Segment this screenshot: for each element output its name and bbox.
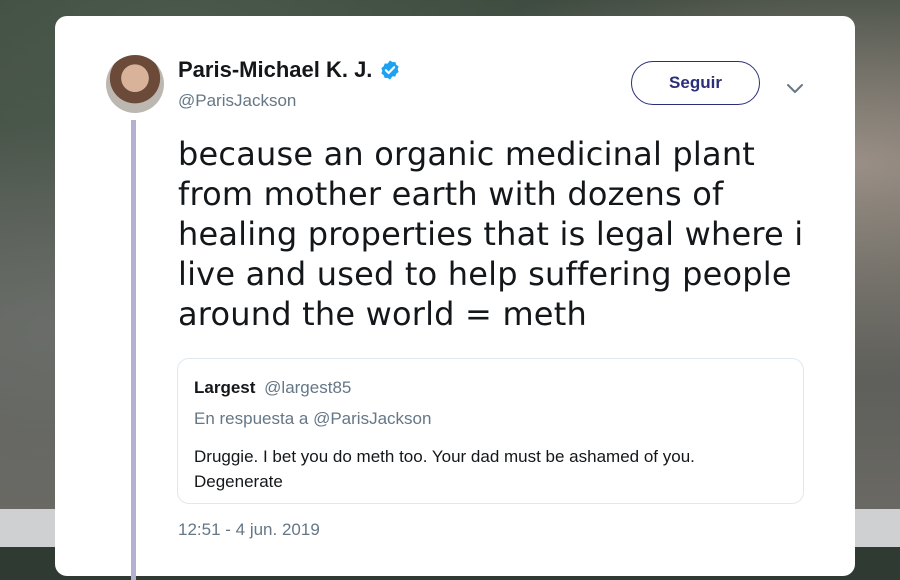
thread-line [131,120,136,580]
quoted-author-handle: @largest85 [264,378,352,397]
avatar[interactable] [106,55,164,113]
author-name-row[interactable]: Paris-Michael K. J. [178,57,401,83]
chevron-down-icon[interactable] [785,78,805,98]
tweet-text: because an organic medicinal plant from … [178,135,804,333]
tweet-timestamp[interactable]: 12:51 - 4 jun. 2019 [178,520,320,540]
author-name[interactable]: Paris-Michael K. J. [178,57,372,83]
quoted-tweet-text: Druggie. I bet you do meth too. Your dad… [194,447,695,491]
quoted-tweet[interactable]: Largest @largest85 En respuesta a @Paris… [177,358,804,504]
quoted-reply-context: En respuesta a @ParisJackson [194,409,432,428]
quoted-tweet-header: Largest @largest85 [194,378,351,398]
verified-badge-icon [381,60,400,80]
author-handle[interactable]: @ParisJackson [178,91,296,111]
quoted-author-name: Largest [194,378,256,397]
tweet-card: Paris-Michael K. J. @ParisJackson Seguir… [55,16,855,580]
follow-button[interactable]: Seguir [631,61,760,105]
